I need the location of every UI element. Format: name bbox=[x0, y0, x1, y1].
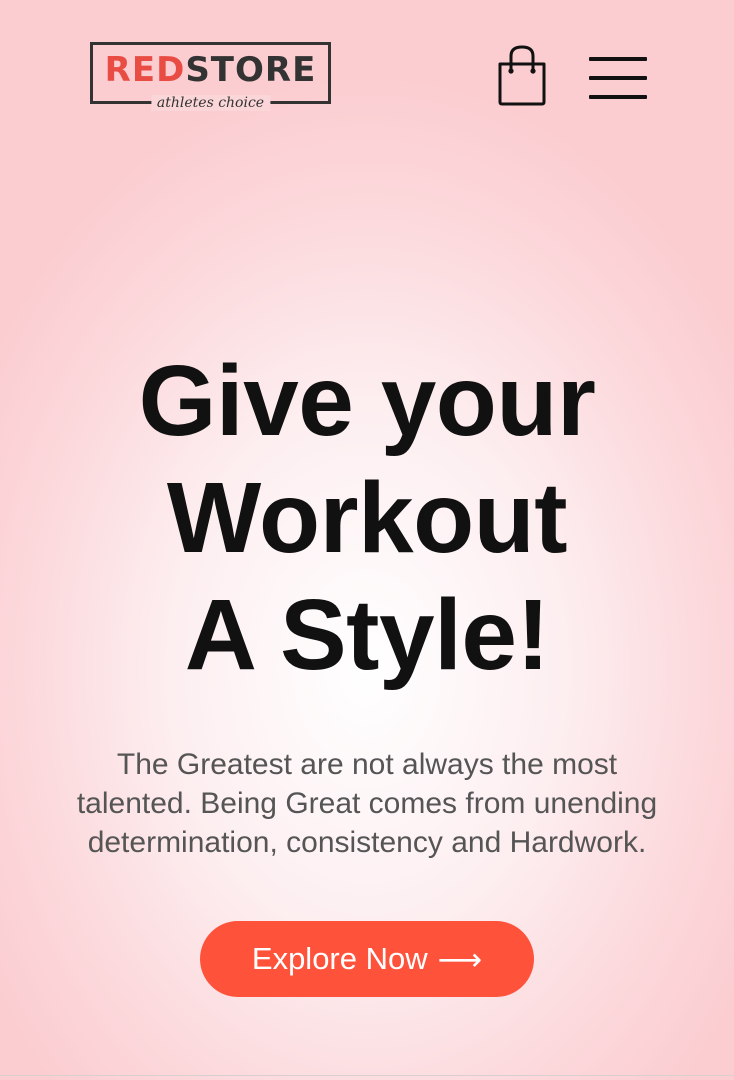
logo-brand-red: RED bbox=[104, 50, 186, 90]
hero-subtext-line: determination, consistency and Hardwork. bbox=[87, 826, 647, 859]
hero-headline: Give your Workout A Style! bbox=[0, 343, 734, 694]
logo[interactable]: REDSTORE athletes choice bbox=[90, 42, 331, 111]
hamburger-menu-icon[interactable] bbox=[589, 56, 647, 100]
explore-now-label: Explore Now bbox=[251, 941, 428, 976]
arrow-right-icon: ⟶ bbox=[437, 941, 483, 977]
hero-headline-line: Give your bbox=[138, 345, 596, 457]
logo-brand-dark: STORE bbox=[185, 50, 317, 90]
logo-tagline: athletes choice bbox=[150, 95, 271, 111]
shopping-bag-icon[interactable] bbox=[496, 44, 548, 106]
logo-wordmark: REDSTORE bbox=[93, 53, 328, 87]
hero-subtext-line: The Greatest are not always the most bbox=[116, 748, 618, 781]
explore-now-button[interactable]: Explore Now ⟶ bbox=[200, 921, 534, 997]
divider bbox=[0, 1075, 734, 1076]
hero-subtext-line: talented. Being Great comes from unendin… bbox=[76, 787, 658, 820]
hero-headline-line: A Style! bbox=[184, 579, 550, 691]
hero-subtext: The Greatest are not always the most tal… bbox=[40, 745, 694, 862]
hero-headline-line: Workout bbox=[166, 462, 568, 574]
